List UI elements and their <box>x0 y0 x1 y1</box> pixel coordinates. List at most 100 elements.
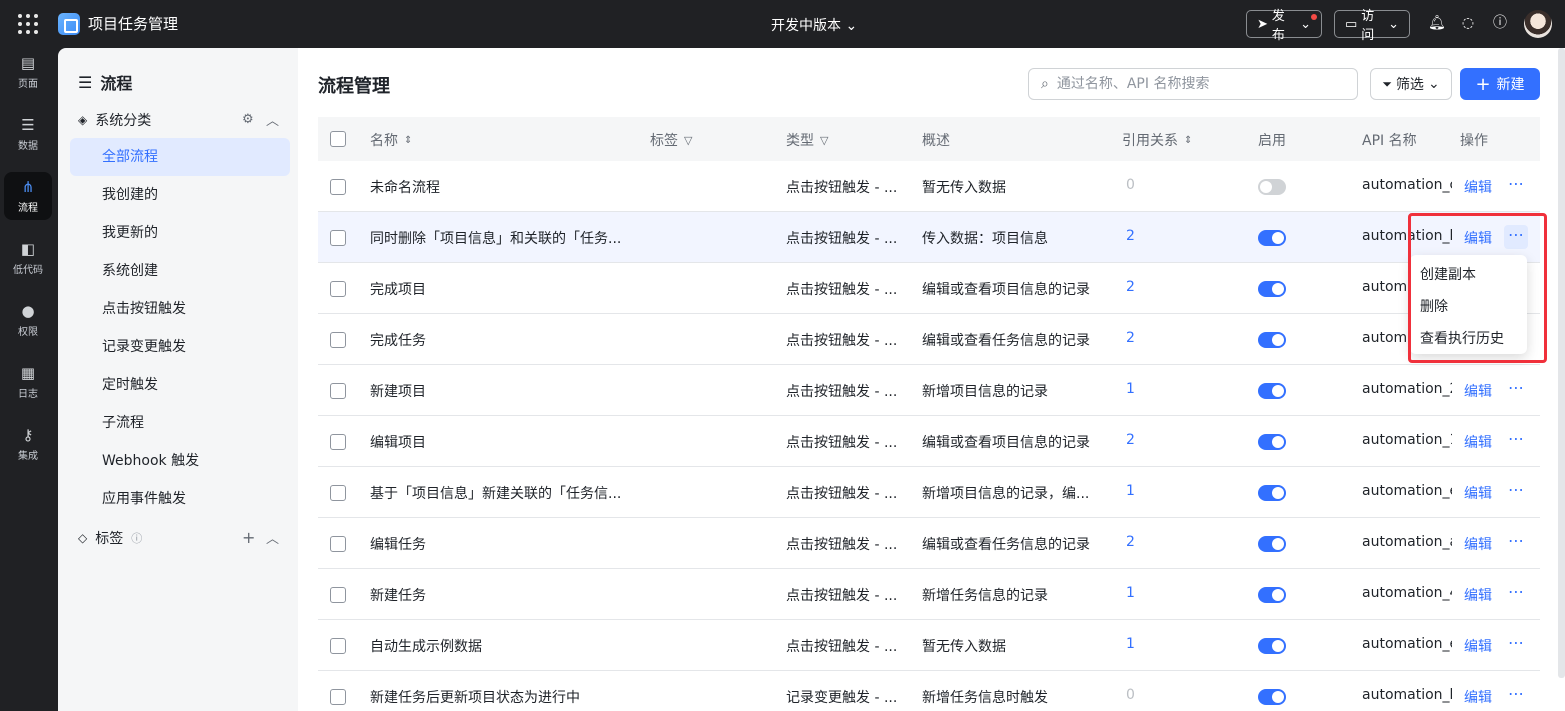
nav-item-lowcode[interactable]: ◧ 低代码 <box>4 234 52 282</box>
flow-name[interactable]: 同时删除「项目信息」和关联的「任务... <box>370 228 630 248</box>
edit-link[interactable]: 编辑 <box>1464 636 1492 656</box>
column-tag[interactable]: 标签 ▽ <box>650 130 692 150</box>
more-actions-icon[interactable]: ⋯ <box>1504 378 1528 402</box>
sidebar-item-app-event-trigger[interactable]: 应用事件触发 <box>70 480 290 518</box>
sidebar-item-system-created[interactable]: 系统创建 <box>70 252 290 290</box>
more-actions-icon[interactable]: ⋯ <box>1504 582 1528 606</box>
flow-name[interactable]: 新建任务 <box>370 585 630 605</box>
new-flow-button[interactable]: + 新建 <box>1460 68 1540 100</box>
enable-toggle[interactable] <box>1258 536 1286 552</box>
table-row[interactable]: 新建项目 点击按钮触发 - ... 新增项目信息的记录 1 automation_2 编辑… <box>318 365 1540 416</box>
filter-button[interactable]: ⏷ 筛选 ⌄ <box>1370 68 1452 100</box>
avatar[interactable] <box>1524 10 1552 38</box>
sidebar-item-record-change-trigger[interactable]: 记录变更触发 <box>70 328 290 366</box>
more-actions-icon[interactable]: ⋯ <box>1504 684 1528 708</box>
flow-name[interactable]: 自动生成示例数据 <box>370 636 630 656</box>
column-name[interactable]: 名称 ⇕ <box>370 130 412 150</box>
select-all-checkbox[interactable] <box>330 131 346 147</box>
table-row[interactable]: 同时删除「项目信息」和关联的「任务... 点击按钮触发 - ... 传入数据：项目信… <box>318 212 1540 263</box>
column-type[interactable]: 类型 ▽ <box>786 130 828 150</box>
ref-count[interactable]: 2 <box>1126 279 1135 295</box>
more-actions-icon[interactable]: ⋯ <box>1504 174 1528 198</box>
table-row[interactable]: 自动生成示例数据 点击按钮触发 - ... 暂无传入数据 1 automation_e 编… <box>318 620 1540 671</box>
enable-toggle[interactable] <box>1258 587 1286 603</box>
flow-name[interactable]: 完成项目 <box>370 279 630 299</box>
ref-count[interactable]: 2 <box>1126 432 1135 448</box>
ref-count[interactable]: 1 <box>1126 381 1135 397</box>
enable-toggle[interactable] <box>1258 281 1286 297</box>
row-checkbox[interactable] <box>330 230 346 246</box>
nav-item-page[interactable]: ▤ 页面 <box>4 48 52 96</box>
nav-item-data[interactable]: ☰ 数据 <box>4 110 52 158</box>
nav-item-integration[interactable]: ⚷ 集成 <box>4 420 52 468</box>
version-selector[interactable]: 开发中版本 ⌄ <box>771 15 857 35</box>
flow-name[interactable]: 完成任务 <box>370 330 630 350</box>
more-actions-icon[interactable]: ⋯ <box>1504 429 1528 453</box>
row-checkbox[interactable] <box>330 434 346 450</box>
ref-count[interactable]: 2 <box>1126 534 1135 550</box>
table-row[interactable]: 未命名流程 点击按钮触发 - ... 暂无传入数据 0 automation_c 编辑 ⋯ <box>318 161 1540 212</box>
sidebar-item-created-by-me[interactable]: 我创建的 <box>70 176 290 214</box>
row-checkbox[interactable] <box>330 485 346 501</box>
edit-link[interactable]: 编辑 <box>1464 687 1492 707</box>
edit-link[interactable]: 编辑 <box>1464 483 1492 503</box>
bell-icon[interactable]: 🔔︎ <box>1428 15 1446 31</box>
flow-name[interactable]: 未命名流程 <box>370 177 630 197</box>
edit-link[interactable]: 编辑 <box>1464 534 1492 554</box>
enable-toggle[interactable] <box>1258 689 1286 705</box>
chevron-up-icon[interactable]: ︿ <box>266 528 279 547</box>
category-section-header[interactable]: ◈ 系统分类 <box>78 110 151 130</box>
help-icon[interactable]: ⓘ <box>1492 15 1508 31</box>
nav-item-log[interactable]: ▦ 日志 <box>4 358 52 406</box>
enable-toggle[interactable] <box>1258 179 1286 195</box>
row-checkbox[interactable] <box>330 689 346 705</box>
edit-link[interactable]: 编辑 <box>1464 432 1492 452</box>
flow-name[interactable]: 编辑项目 <box>370 432 630 452</box>
sidebar-item-updated-by-me[interactable]: 我更新的 <box>70 214 290 252</box>
table-row[interactable]: 完成项目点击按钮触发 - ...编辑或查看项目信息的记录2automa编辑⋯ <box>318 263 1540 314</box>
enable-toggle[interactable] <box>1258 230 1286 246</box>
ref-count[interactable]: 2 <box>1126 228 1135 244</box>
flow-name[interactable]: 新建项目 <box>370 381 630 401</box>
row-checkbox[interactable] <box>330 281 346 297</box>
flow-name[interactable]: 基于「项目信息」新建关联的「任务信... <box>370 483 630 503</box>
sidebar-item-subflow[interactable]: 子流程 <box>70 404 290 442</box>
row-checkbox[interactable] <box>330 383 346 399</box>
column-ref[interactable]: 引用关系 ⇕ <box>1122 130 1192 150</box>
row-checkbox[interactable] <box>330 638 346 654</box>
app-grid-icon[interactable] <box>18 14 38 34</box>
gear-icon[interactable]: ⚙ <box>242 112 254 127</box>
sidebar-item-webhook-trigger[interactable]: Webhook 触发 <box>70 442 290 480</box>
nav-item-flow[interactable]: ⋔ 流程 <box>4 172 52 220</box>
row-checkbox[interactable] <box>330 587 346 603</box>
edit-link[interactable]: 编辑 <box>1464 177 1492 197</box>
more-actions-icon[interactable]: ⋯ <box>1504 633 1528 657</box>
search-box[interactable]: ⌕ <box>1028 68 1358 100</box>
collapse-sidebar-icon[interactable]: ☰ <box>78 73 92 92</box>
ref-count[interactable]: 2 <box>1126 330 1135 346</box>
sidebar-item-button-trigger[interactable]: 点击按钮触发 <box>70 290 290 328</box>
ref-count[interactable]: 1 <box>1126 483 1135 499</box>
enable-toggle[interactable] <box>1258 383 1286 399</box>
table-row[interactable]: 编辑任务 点击按钮触发 - ... 编辑或查看任务信息的记录 2 automation_… <box>318 518 1540 569</box>
table-row[interactable]: 基于「项目信息」新建关联的「任务信... 点击按钮触发 - ... 新增项目信息的记… <box>318 467 1540 518</box>
lightbulb-icon[interactable]: ◌ <box>1460 15 1476 31</box>
edit-link[interactable]: 编辑 <box>1464 381 1492 401</box>
edit-link[interactable]: 编辑 <box>1464 585 1492 605</box>
enable-toggle[interactable] <box>1258 434 1286 450</box>
table-row[interactable]: 新建任务 点击按钮触发 - ... 新增任务信息的记录 1 automation_4 编辑… <box>318 569 1540 620</box>
visit-button[interactable]: ▭ 访问 ⌄ <box>1334 9 1410 43</box>
more-actions-icon[interactable]: ⋯ <box>1504 531 1528 555</box>
row-checkbox[interactable] <box>330 332 346 348</box>
nav-item-permission[interactable]: ● 权限 <box>4 296 52 344</box>
table-row[interactable]: 完成任务点击按钮触发 - ...编辑或查看任务信息的记录2automa编辑⋯ <box>318 314 1540 365</box>
search-input[interactable] <box>1056 76 1337 92</box>
scrollbar[interactable] <box>1558 48 1565 678</box>
enable-toggle[interactable] <box>1258 638 1286 654</box>
sidebar-item-all[interactable]: 全部流程 <box>70 138 290 176</box>
sidebar-item-scheduled-trigger[interactable]: 定时触发 <box>70 366 290 404</box>
enable-toggle[interactable] <box>1258 485 1286 501</box>
add-tag-icon[interactable]: + <box>242 528 255 547</box>
chevron-up-icon[interactable]: ︿ <box>266 110 279 129</box>
enable-toggle[interactable] <box>1258 332 1286 348</box>
